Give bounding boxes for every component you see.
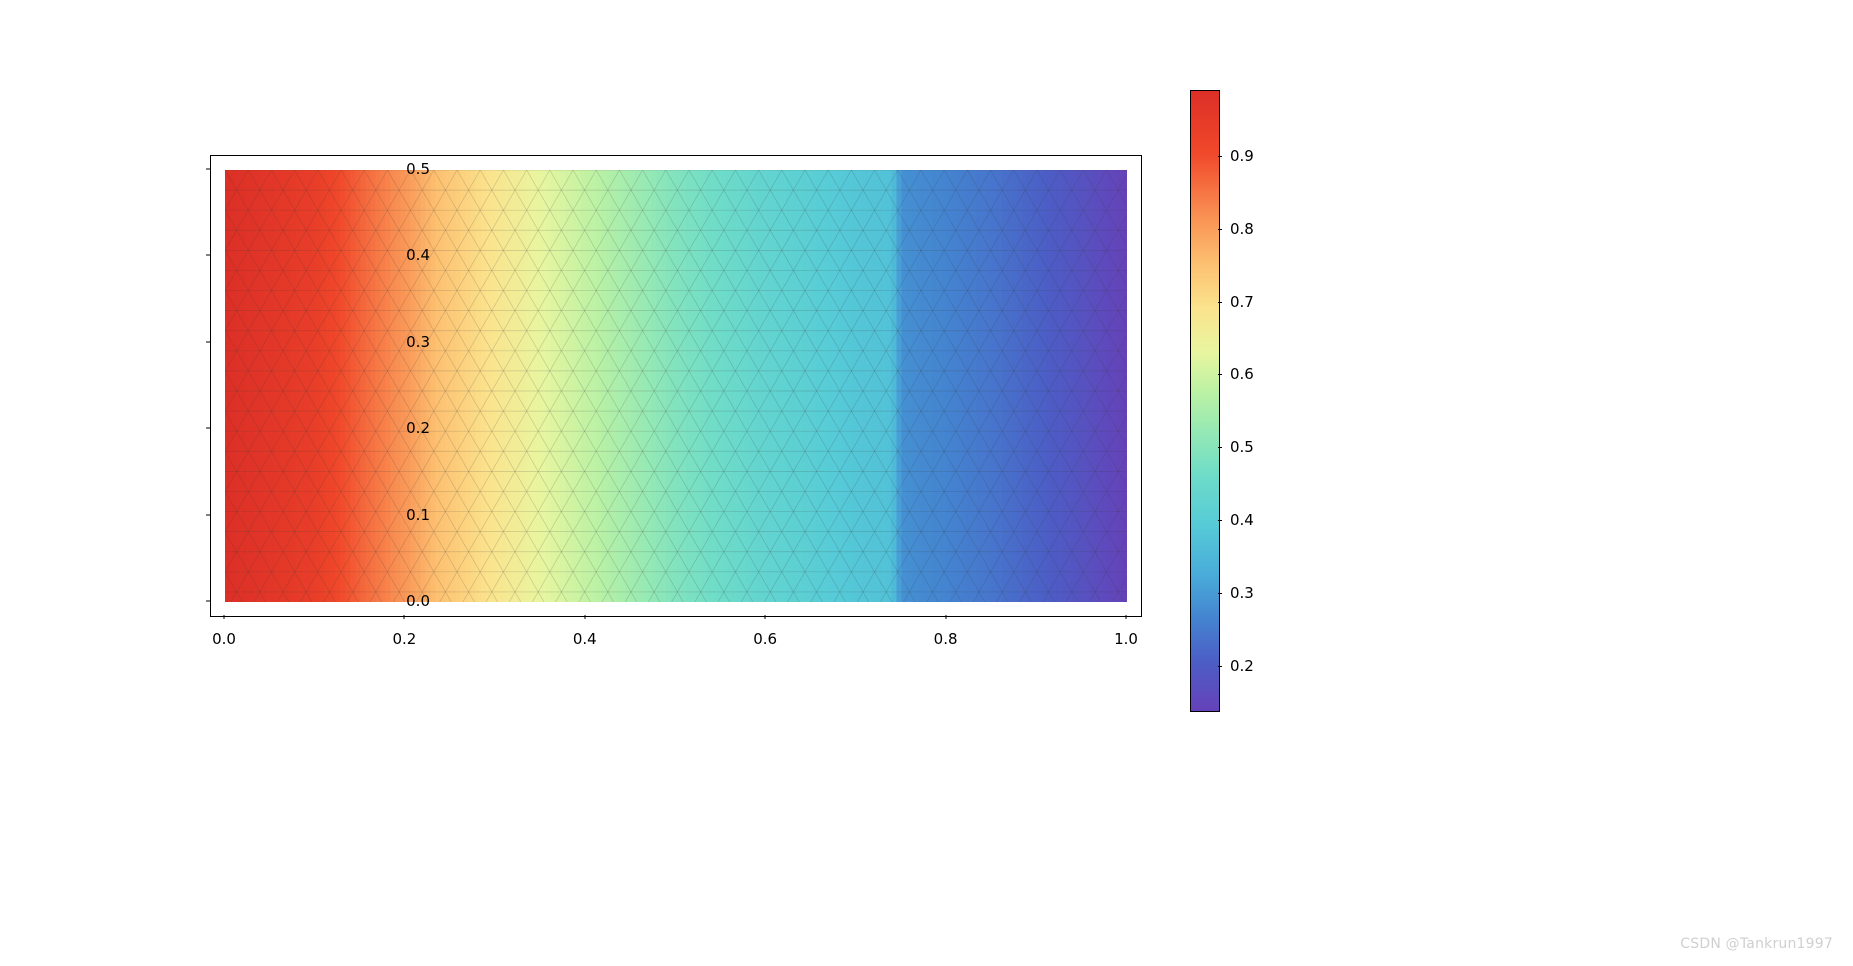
y-tick-label: 0.1: [380, 506, 430, 524]
colorbar-tick-label: 0.9: [1230, 147, 1254, 165]
x-tick-label: 1.0: [1106, 630, 1146, 648]
colorbar-tick-label: 0.3: [1230, 584, 1254, 602]
colorbar-tick-label: 0.5: [1230, 438, 1254, 456]
heatmap-surface: [225, 170, 1127, 602]
colorbar-tick-label: 0.7: [1230, 293, 1254, 311]
colorbar-tick-label: 0.4: [1230, 511, 1254, 529]
y-tick-label: 0.4: [380, 246, 430, 264]
x-tick-label: 0.4: [565, 630, 605, 648]
watermark-text: CSDN @Tankrun1997: [1680, 936, 1833, 952]
colorbar: 0.2 0.3 0.4 0.5 0.6 0.7 0.8 0.9: [1190, 90, 1330, 710]
y-tick-label: 0.2: [380, 419, 430, 437]
colorbar-tick-label: 0.2: [1230, 657, 1254, 675]
colorbar-tick-label: 0.8: [1230, 220, 1254, 238]
colorbar-tick-label: 0.6: [1230, 365, 1254, 383]
y-tick-label: 0.5: [380, 160, 430, 178]
y-tick-label: 0.0: [380, 592, 430, 610]
plot-frame: [210, 155, 1142, 617]
heatmap-chart: 0.0 0.1 0.2 0.3 0.4 0.5 0.0 0.2 0.4 0.6 0.8 1.0: [150, 90, 1310, 710]
x-tick-label: 0.6: [745, 630, 785, 648]
colorbar-gradient: [1190, 90, 1220, 712]
plot-area: [225, 170, 1127, 602]
x-tick-label: 0.0: [204, 630, 244, 648]
x-tick-label: 0.8: [926, 630, 966, 648]
y-tick-label: 0.3: [380, 333, 430, 351]
x-tick-label: 0.2: [384, 630, 424, 648]
